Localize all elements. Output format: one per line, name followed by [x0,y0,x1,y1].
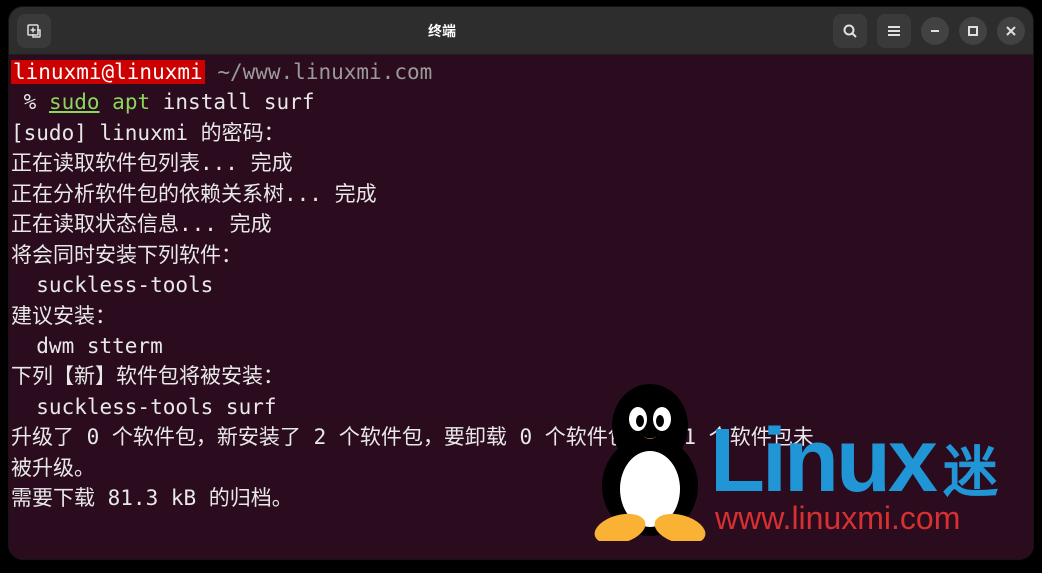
output-line: 被升级。 [9,453,1033,483]
maximize-icon [967,25,979,37]
prompt-path: ~/www.linuxmi.com [217,60,432,84]
search-button[interactable] [833,14,867,48]
menu-button[interactable] [877,14,911,48]
output-line: 需要下载 81.3 kB 的归档。 [9,483,1033,513]
new-tab-icon [26,23,42,39]
output-line: 正在分析软件包的依赖关系树... 完成 [9,179,1033,209]
new-tab-button[interactable] [17,14,51,48]
titlebar: 终端 [9,7,1033,55]
minimize-button[interactable] [921,17,949,45]
close-icon [1005,25,1017,37]
search-icon [842,23,858,39]
hamburger-icon [886,23,902,39]
maximize-button[interactable] [959,17,987,45]
command-line: % sudo apt install surf [9,87,1033,117]
output-line: 升级了 0 个软件包，新安装了 2 个软件包，要卸载 0 个软件包，有 1 个软… [9,422,1033,452]
output-line: 下列【新】软件包将被安装： [9,361,1033,391]
output-line: 正在读取状态信息... 完成 [9,209,1033,239]
cmd-sudo: sudo [49,90,100,114]
output-line: 建议安装： [9,301,1033,331]
terminal-window: 终端 [9,7,1033,559]
output-line: [sudo] linuxmi 的密码： [9,118,1033,148]
prompt-userhost: linuxmi@linuxmi [11,60,205,84]
close-button[interactable] [997,17,1025,45]
cmd-rest: install surf [163,90,315,114]
output-line: dwm stterm [9,331,1033,361]
minimize-icon [929,25,941,37]
cmd-apt: apt [112,90,150,114]
output-line: suckless-tools [9,270,1033,300]
window-title: 终端 [51,21,833,41]
output-line: 正在读取软件包列表... 完成 [9,148,1033,178]
output-line: suckless-tools surf [9,392,1033,422]
prompt-symbol: % [11,90,49,114]
terminal-body[interactable]: linuxmi@linuxmi ~/www.linuxmi.com % sudo… [9,55,1033,559]
prompt-line: linuxmi@linuxmi ~/www.linuxmi.com [9,57,1033,87]
output-line: 将会同时安装下列软件： [9,240,1033,270]
